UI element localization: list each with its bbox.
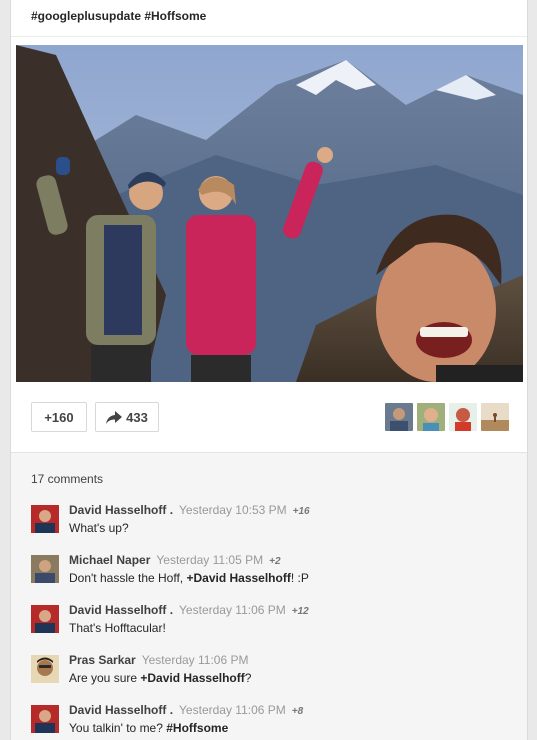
divider: [11, 36, 527, 37]
comment-plus-count[interactable]: +2: [269, 556, 280, 567]
avatar-image: [31, 555, 59, 583]
comment-text-part: That's Hofftacular!: [69, 621, 166, 635]
post-card: #googleplusupdate #Hoffsome +160 433 17 …: [10, 0, 528, 740]
post-photo[interactable]: [16, 45, 523, 382]
comment-text: That's Hofftacular!: [69, 621, 166, 635]
plus-one-button[interactable]: +160: [31, 402, 87, 432]
hashtag-link[interactable]: #Hoffsome: [166, 721, 228, 735]
avatar-image: [481, 403, 509, 431]
comment-text-part: ?: [244, 671, 252, 685]
avatar[interactable]: [481, 403, 509, 431]
comment-text-part: Don't hassle the Hoff,: [69, 571, 187, 585]
avatar-image: [31, 705, 59, 733]
post-hashtags[interactable]: #googleplusupdate #Hoffsome: [31, 9, 206, 23]
avatar-image: [449, 403, 477, 431]
comment-plus-count[interactable]: +8: [292, 706, 303, 717]
mention-link[interactable]: +David Hasselhoff: [140, 671, 244, 685]
avatar-image: [31, 655, 59, 683]
comment-time[interactable]: Yesterday 11:05 PM: [156, 553, 263, 567]
comment-item: David Hasselhoff . Yesterday 11:06 PM +8 Y…: [31, 703, 511, 740]
share-button[interactable]: 433: [95, 402, 159, 432]
comment-text: Are you sure +David Hasselhoff?: [69, 671, 251, 685]
comment-item: Michael Naper Yesterday 11:05 PM +2 Don't …: [31, 553, 511, 593]
avatar-image: [31, 605, 59, 633]
mention-link[interactable]: +David Hasselhoff: [186, 571, 290, 585]
comment-text: You talkin' to me? #Hoffsome: [69, 721, 228, 735]
comment-count[interactable]: 17 comments: [31, 472, 103, 486]
comment-text: What's up?: [69, 521, 129, 535]
avatar-image: [417, 403, 445, 431]
comment-header: Pras Sarkar Yesterday 11:06 PM: [69, 653, 248, 667]
comment-time[interactable]: Yesterday 11:06 PM: [142, 653, 249, 667]
comment-header: David Hasselhoff . Yesterday 11:06 PM +8: [69, 703, 303, 717]
comment-text-part: What's up?: [69, 521, 129, 535]
avatar-image: [31, 505, 59, 533]
avatar-image: [385, 403, 413, 431]
comments-section: 17 comments David Hasselhoff . Yesterday …: [11, 452, 527, 740]
comment-author[interactable]: Michael Naper: [69, 553, 150, 567]
comment-plus-count[interactable]: +16: [293, 506, 310, 517]
comment-header: David Hasselhoff . Yesterday 10:53 PM +16: [69, 503, 310, 517]
avatar[interactable]: [31, 555, 59, 583]
comment-header: David Hasselhoff . Yesterday 11:06 PM +12: [69, 603, 309, 617]
avatar[interactable]: [31, 605, 59, 633]
comment-author[interactable]: Pras Sarkar: [69, 653, 136, 667]
plus-one-avatars: [385, 403, 509, 431]
post-actions: +160 433: [31, 402, 159, 432]
share-count: 433: [126, 409, 148, 425]
comment-text-part: You talkin' to me?: [69, 721, 167, 735]
comment-header: Michael Naper Yesterday 11:05 PM +2: [69, 553, 281, 567]
avatar[interactable]: [449, 403, 477, 431]
avatar[interactable]: [417, 403, 445, 431]
comment-time[interactable]: Yesterday 11:06 PM: [179, 703, 286, 717]
comment-time[interactable]: Yesterday 11:06 PM: [179, 603, 286, 617]
comment-author[interactable]: David Hasselhoff .: [69, 503, 173, 517]
share-arrow-icon: [106, 410, 123, 424]
comment-item: David Hasselhoff . Yesterday 10:53 PM +16 …: [31, 503, 511, 543]
comment-author[interactable]: David Hasselhoff .: [69, 703, 173, 717]
avatar[interactable]: [31, 705, 59, 733]
comment-time[interactable]: Yesterday 10:53 PM: [179, 503, 287, 517]
mountain-photo-image: [16, 45, 523, 382]
comment-text-part: Are you sure: [69, 671, 141, 685]
comment-text: Don't hassle the Hoff, +David Hasselhoff…: [69, 571, 309, 585]
avatar[interactable]: [31, 655, 59, 683]
comment-plus-count[interactable]: +12: [292, 606, 309, 617]
avatar[interactable]: [31, 505, 59, 533]
comment-author[interactable]: David Hasselhoff .: [69, 603, 173, 617]
comment-item: David Hasselhoff . Yesterday 11:06 PM +12 …: [31, 603, 511, 643]
avatar[interactable]: [385, 403, 413, 431]
comment-text-part: ! :P: [290, 571, 309, 585]
comment-item: Pras Sarkar Yesterday 11:06 PM Are you su…: [31, 653, 511, 693]
